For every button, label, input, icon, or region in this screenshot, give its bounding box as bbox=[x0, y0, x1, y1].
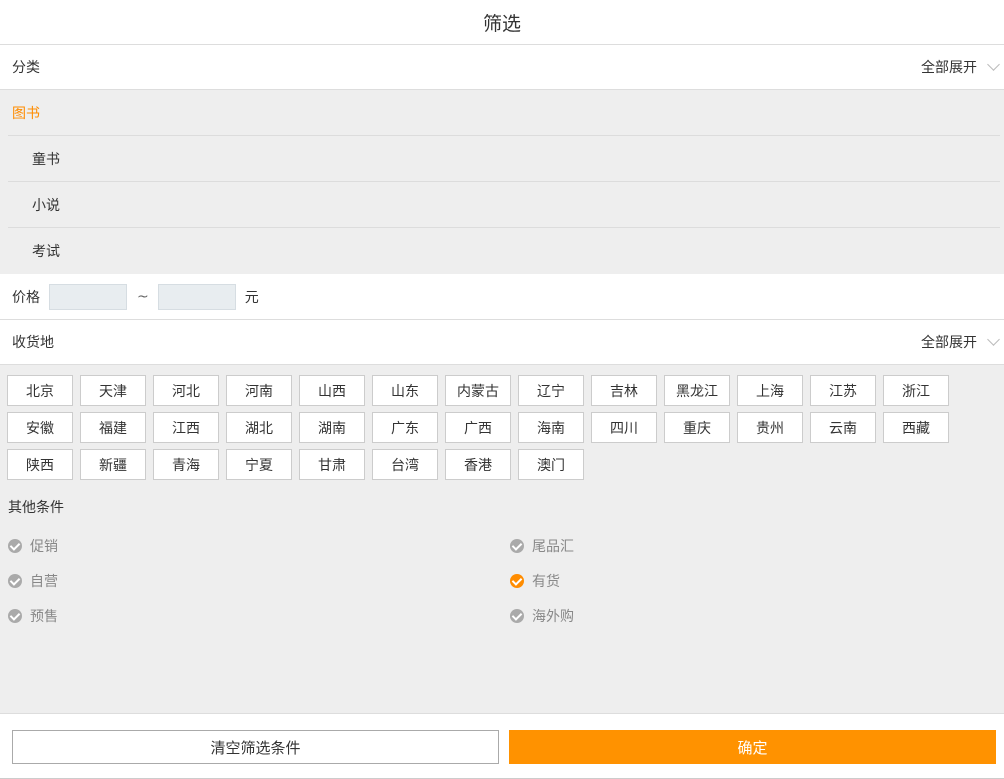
region-button[interactable]: 贵州 bbox=[737, 412, 803, 443]
page-title: 筛选 bbox=[482, 12, 521, 35]
category-label: 分类 bbox=[12, 60, 40, 76]
region-button[interactable]: 上海 bbox=[737, 375, 803, 406]
category-list: 图书 童书 小说 考试 bbox=[0, 90, 1004, 274]
other-conditions-title: 其他条件 bbox=[8, 500, 64, 516]
region-button[interactable]: 海南 bbox=[518, 412, 584, 443]
region-button[interactable]: 吉林 bbox=[591, 375, 657, 406]
region-button[interactable]: 香港 bbox=[445, 449, 511, 480]
check-circle-icon bbox=[510, 609, 524, 623]
region-button[interactable]: 安徽 bbox=[7, 412, 73, 443]
region-button[interactable]: 山西 bbox=[299, 375, 365, 406]
condition-label: 自营 bbox=[30, 574, 58, 590]
condition-label: 促销 bbox=[30, 539, 58, 555]
confirm-button[interactable]: 确定 bbox=[509, 730, 996, 764]
category-item-label: 图书 bbox=[12, 105, 40, 122]
category-item-label: 童书 bbox=[32, 151, 60, 168]
condition-overseas[interactable]: 海外购 bbox=[510, 606, 574, 626]
price-max-input[interactable] bbox=[157, 283, 236, 310]
price-unit: 元 bbox=[244, 289, 259, 306]
condition-outlet[interactable]: 尾品汇 bbox=[510, 536, 574, 556]
category-item-label: 小说 bbox=[32, 197, 60, 214]
clear-filters-button[interactable]: 清空筛选条件 bbox=[12, 730, 499, 764]
region-button[interactable]: 内蒙古 bbox=[445, 375, 511, 406]
delivery-label: 收货地 bbox=[12, 335, 54, 351]
category-expand-label: 全部展开 bbox=[921, 60, 977, 76]
region-button[interactable]: 北京 bbox=[7, 375, 73, 406]
price-row: 价格 ~ 元 bbox=[0, 274, 1004, 320]
region-button[interactable]: 西藏 bbox=[883, 412, 949, 443]
region-button[interactable]: 广东 bbox=[372, 412, 438, 443]
condition-self-operated[interactable]: 自营 bbox=[8, 571, 58, 591]
region-button[interactable]: 新疆 bbox=[80, 449, 146, 480]
region-button[interactable]: 陕西 bbox=[7, 449, 73, 480]
region-button[interactable]: 天津 bbox=[80, 375, 146, 406]
chevron-down-icon bbox=[987, 333, 1000, 346]
region-button[interactable]: 江西 bbox=[153, 412, 219, 443]
condition-label: 海外购 bbox=[532, 609, 574, 625]
region-button[interactable]: 澳门 bbox=[518, 449, 584, 480]
check-circle-icon bbox=[510, 574, 524, 588]
region-button[interactable]: 河北 bbox=[153, 375, 219, 406]
delivery-expand-label: 全部展开 bbox=[921, 335, 977, 351]
region-button[interactable]: 福建 bbox=[80, 412, 146, 443]
footer-bar: 清空筛选条件 确定 bbox=[0, 713, 1004, 779]
check-circle-icon bbox=[510, 539, 524, 553]
condition-promotion[interactable]: 促销 bbox=[8, 536, 58, 556]
category-item-children-books[interactable]: 童书 bbox=[8, 136, 1000, 182]
check-circle-icon bbox=[8, 609, 22, 623]
category-item-label: 考试 bbox=[32, 244, 60, 260]
region-button[interactable]: 云南 bbox=[810, 412, 876, 443]
region-button[interactable]: 黑龙江 bbox=[664, 375, 730, 406]
region-button[interactable]: 江苏 bbox=[810, 375, 876, 406]
category-item-exams[interactable]: 考试 bbox=[8, 228, 1000, 274]
region-button[interactable]: 宁夏 bbox=[226, 449, 292, 480]
region-button[interactable]: 台湾 bbox=[372, 449, 438, 480]
condition-presale[interactable]: 预售 bbox=[8, 606, 58, 626]
region-button[interactable]: 山东 bbox=[372, 375, 438, 406]
chevron-down-icon bbox=[987, 58, 1000, 71]
delivery-row[interactable]: 收货地 全部展开 bbox=[0, 320, 1004, 365]
condition-label: 预售 bbox=[30, 609, 58, 625]
check-circle-icon bbox=[8, 539, 22, 553]
condition-in-stock[interactable]: 有货 bbox=[510, 571, 560, 591]
region-button[interactable]: 浙江 bbox=[883, 375, 949, 406]
category-row[interactable]: 分类 全部展开 bbox=[0, 45, 1004, 90]
region-grid: 北京 天津 河北 河南 山西 山东 内蒙古 辽宁 吉林 黑龙江 上海 江苏 浙江安徽 福建 江西 湖北 湖南 广东… bbox=[7, 375, 997, 480]
price-label: 价格 bbox=[12, 289, 40, 306]
region-button[interactable]: 河南 bbox=[226, 375, 292, 406]
price-min-input[interactable] bbox=[49, 283, 127, 310]
condition-label: 尾品汇 bbox=[532, 539, 574, 555]
region-button[interactable]: 广西 bbox=[445, 412, 511, 443]
region-button[interactable]: 青海 bbox=[153, 449, 219, 480]
category-expand-toggle[interactable]: 全部展开 bbox=[921, 57, 1000, 77]
region-button[interactable]: 辽宁 bbox=[518, 375, 584, 406]
region-button[interactable]: 湖北 bbox=[226, 412, 292, 443]
region-button[interactable]: 甘肃 bbox=[299, 449, 365, 480]
region-button[interactable]: 四川 bbox=[591, 412, 657, 443]
delivery-expand-toggle[interactable]: 全部展开 bbox=[921, 332, 1000, 352]
page-header: 筛选 bbox=[0, 0, 1004, 45]
category-item-novels[interactable]: 小说 bbox=[8, 182, 1000, 228]
region-button[interactable]: 湖南 bbox=[299, 412, 365, 443]
check-circle-icon bbox=[8, 574, 22, 588]
price-separator: ~ bbox=[137, 288, 149, 305]
category-item-books[interactable]: 图书 bbox=[8, 90, 1000, 136]
region-button[interactable]: 重庆 bbox=[664, 412, 730, 443]
condition-label: 有货 bbox=[532, 574, 560, 590]
